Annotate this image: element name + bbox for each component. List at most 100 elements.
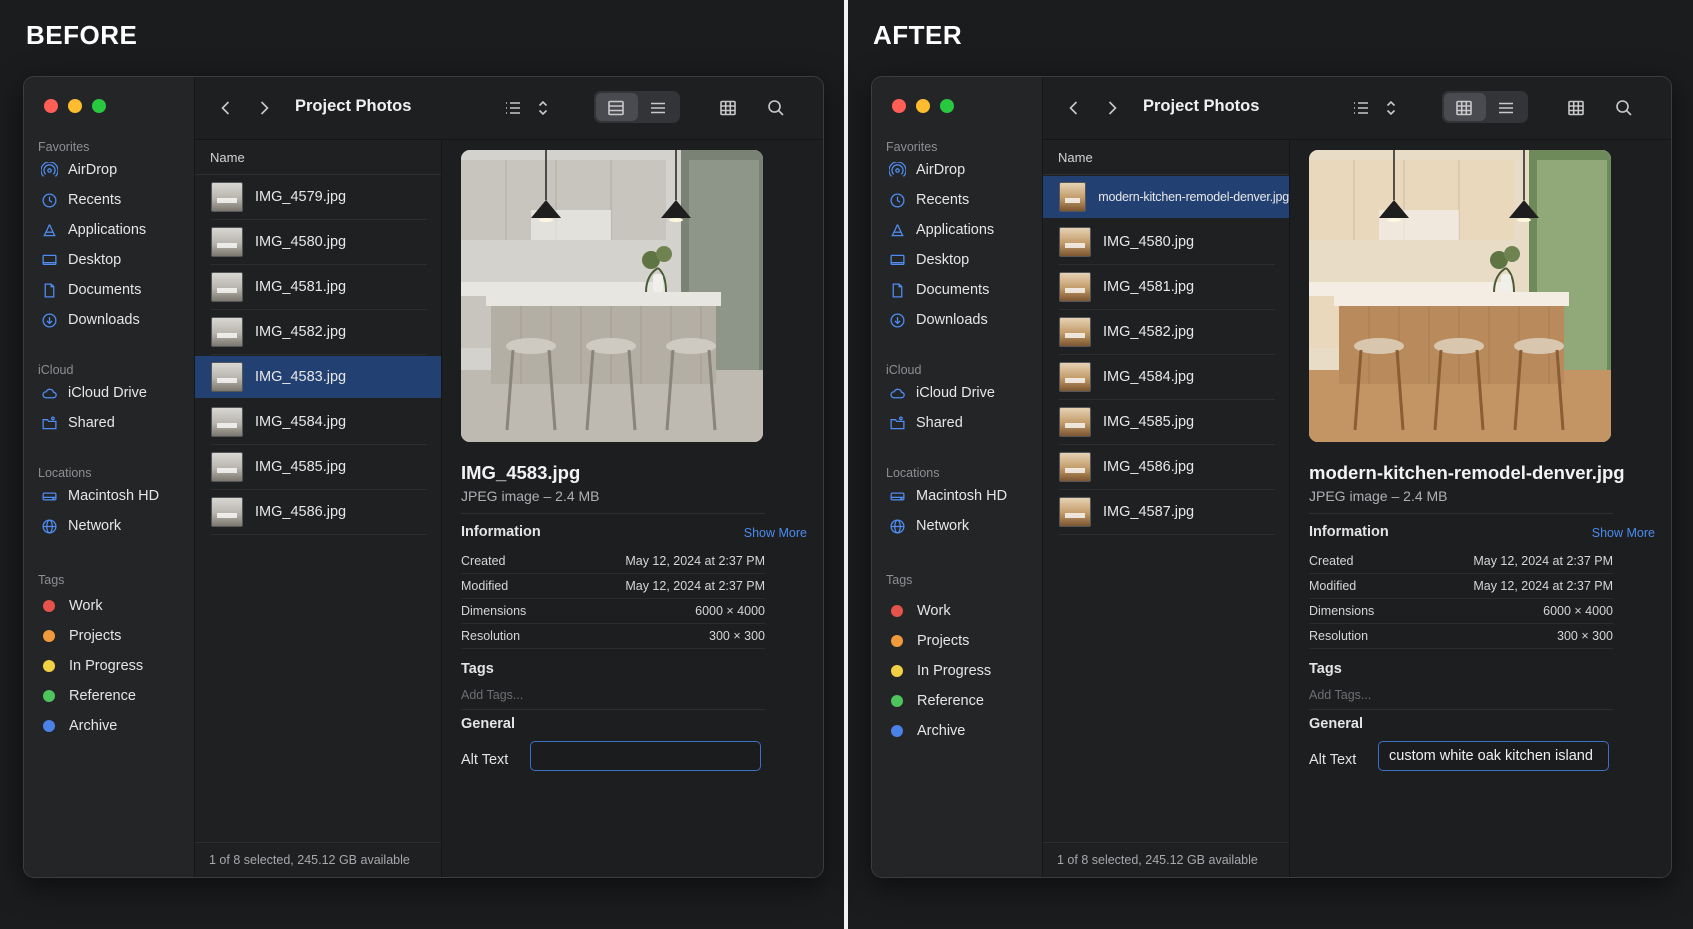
add-tags-field[interactable]: Add Tags... xyxy=(461,688,523,702)
sidebar-item-airdrop[interactable]: AirDrop xyxy=(888,159,965,181)
column-header-name[interactable]: Name xyxy=(1058,150,1093,165)
file-row[interactable]: IMG_4581.jpg xyxy=(195,266,441,308)
grid-icon[interactable] xyxy=(715,95,741,121)
chevron-right-icon[interactable] xyxy=(251,95,277,121)
sidebar-tag-projects[interactable]: Projects xyxy=(888,630,969,652)
tag-color-dot xyxy=(891,695,903,707)
sidebar-item-network[interactable]: Network xyxy=(40,515,121,537)
file-row[interactable]: IMG_4585.jpg xyxy=(1043,401,1289,443)
disk-icon xyxy=(40,487,58,505)
sidebar-section-tags: Tags xyxy=(38,573,65,587)
minimize-window-button[interactable] xyxy=(68,99,82,113)
file-row[interactable]: IMG_4579.jpg xyxy=(195,176,441,218)
sidebar-tag-reference[interactable]: Reference xyxy=(40,685,136,707)
show-more-link[interactable]: Show More xyxy=(744,526,807,540)
sort-icon[interactable] xyxy=(530,95,556,121)
search-icon[interactable] xyxy=(763,95,789,121)
chevron-right-icon[interactable] xyxy=(1099,95,1125,121)
info-key: Created xyxy=(1309,554,1354,568)
sidebar-tag-projects[interactable]: Projects xyxy=(40,625,121,647)
menu-icon[interactable] xyxy=(645,95,671,121)
file-row[interactable]: IMG_4585.jpg xyxy=(195,446,441,488)
sidebar-item-downloads[interactable]: Downloads xyxy=(40,309,140,331)
column-header-name[interactable]: Name xyxy=(210,150,245,165)
grid-icon[interactable] xyxy=(1451,95,1477,121)
file-row[interactable]: IMG_4584.jpg xyxy=(195,401,441,443)
sidebar-tag-in-progress[interactable]: In Progress xyxy=(40,655,143,677)
sidebar-item-applications[interactable]: Applications xyxy=(40,219,146,241)
menu-icon[interactable] xyxy=(1493,95,1519,121)
file-row[interactable]: IMG_4587.jpg xyxy=(1043,491,1289,533)
minimize-window-button[interactable] xyxy=(916,99,930,113)
sidebar-item-documents[interactable]: Documents xyxy=(888,279,989,301)
sidebar-item-label: In Progress xyxy=(69,658,144,674)
sidebar-section-icloud: iCloud xyxy=(38,363,74,377)
sidebar-tag-in-progress[interactable]: In Progress xyxy=(888,660,991,682)
file-row[interactable]: IMG_4582.jpg xyxy=(195,311,441,353)
alt-text-input[interactable]: custom white oak kitchen island xyxy=(1378,741,1609,771)
file-row[interactable]: IMG_4582.jpg xyxy=(1043,311,1289,353)
list-view-icon[interactable] xyxy=(1348,95,1374,121)
sidebar-item-network[interactable]: Network xyxy=(888,515,969,537)
file-name: IMG_4583.jpg xyxy=(255,369,347,385)
sidebar-item-recents[interactable]: Recents xyxy=(888,189,969,211)
file-row[interactable]: IMG_4583.jpg xyxy=(195,356,441,398)
sidebar-item-airdrop[interactable]: AirDrop xyxy=(40,159,117,181)
file-row[interactable]: IMG_4580.jpg xyxy=(1043,221,1289,263)
sidebar-tag-work[interactable]: Work xyxy=(40,595,103,617)
file-row[interactable]: IMG_4584.jpg xyxy=(1043,356,1289,398)
chevron-left-icon[interactable] xyxy=(1061,95,1087,121)
sidebar-item-macintosh-hd[interactable]: Macintosh HD xyxy=(40,485,159,507)
clock-icon xyxy=(888,191,906,209)
sidebar-item-desktop[interactable]: Desktop xyxy=(40,249,121,271)
file-row[interactable]: IMG_4581.jpg xyxy=(1043,266,1289,308)
grid-icon[interactable] xyxy=(1563,95,1589,121)
sidebar-item-label: Desktop xyxy=(916,252,970,268)
info-row-dimensions: Dimensions 6000 × 4000 xyxy=(1309,600,1613,622)
cloud-icon xyxy=(888,384,906,402)
info-value: 300 × 300 xyxy=(709,629,765,643)
sidebar-item-recents[interactable]: Recents xyxy=(40,189,121,211)
sidebar-item-shared[interactable]: Shared xyxy=(40,412,115,434)
sidebar-item-downloads[interactable]: Downloads xyxy=(888,309,988,331)
zoom-window-button[interactable] xyxy=(940,99,954,113)
file-row[interactable]: IMG_4586.jpg xyxy=(1043,446,1289,488)
sidebar-item-icloud-drive[interactable]: iCloud Drive xyxy=(40,382,147,404)
close-window-button[interactable] xyxy=(44,99,58,113)
sidebar-tag-archive[interactable]: Archive xyxy=(888,720,965,742)
zoom-window-button[interactable] xyxy=(92,99,106,113)
preview-file-name: IMG_4583.jpg xyxy=(461,462,581,483)
preview-pane: IMG_4583.jpg JPEG image – 2.4 MB Informati… xyxy=(442,140,823,877)
tag-color-dot xyxy=(891,725,903,737)
chevron-left-icon[interactable] xyxy=(213,95,239,121)
file-thumbnail xyxy=(211,227,243,257)
alt-text-input[interactable] xyxy=(530,741,761,771)
search-icon[interactable] xyxy=(1611,95,1637,121)
close-window-button[interactable] xyxy=(892,99,906,113)
file-row[interactable]: IMG_4586.jpg xyxy=(195,491,441,533)
sidebar-item-macintosh-hd[interactable]: Macintosh HD xyxy=(888,485,1007,507)
sort-icon[interactable] xyxy=(1378,95,1404,121)
list-view-icon[interactable] xyxy=(500,95,526,121)
sidebar-item-shared[interactable]: Shared xyxy=(888,412,963,434)
tags-heading: Tags xyxy=(461,661,494,677)
info-key: Resolution xyxy=(461,629,521,643)
sidebar-item-documents[interactable]: Documents xyxy=(40,279,141,301)
sidebar: Favorites AirDrop Recents Applications Deskt… xyxy=(872,77,1043,877)
sidebar-item-icloud-drive[interactable]: iCloud Drive xyxy=(888,382,995,404)
sidebar-item-applications[interactable]: Applications xyxy=(888,219,994,241)
airdrop-icon xyxy=(40,161,58,179)
sidebar-tag-archive[interactable]: Archive xyxy=(40,715,117,737)
sidebar-tag-reference[interactable]: Reference xyxy=(888,690,984,712)
file-name: IMG_4584.jpg xyxy=(1103,369,1195,385)
file-row[interactable]: modern-kitchen-remodel-denver.jpg xyxy=(1043,176,1289,218)
after-panel: AFTER Favorites AirDrop Recents Applications… xyxy=(848,0,1693,929)
desktop-icon xyxy=(40,251,58,269)
tag-color-dot xyxy=(43,660,55,672)
gallery-view-icon[interactable] xyxy=(603,95,629,121)
file-row[interactable]: IMG_4580.jpg xyxy=(195,221,441,263)
show-more-link[interactable]: Show More xyxy=(1592,526,1655,540)
add-tags-field[interactable]: Add Tags... xyxy=(1309,688,1371,702)
sidebar-item-desktop[interactable]: Desktop xyxy=(888,249,969,271)
sidebar-tag-work[interactable]: Work xyxy=(888,600,951,622)
